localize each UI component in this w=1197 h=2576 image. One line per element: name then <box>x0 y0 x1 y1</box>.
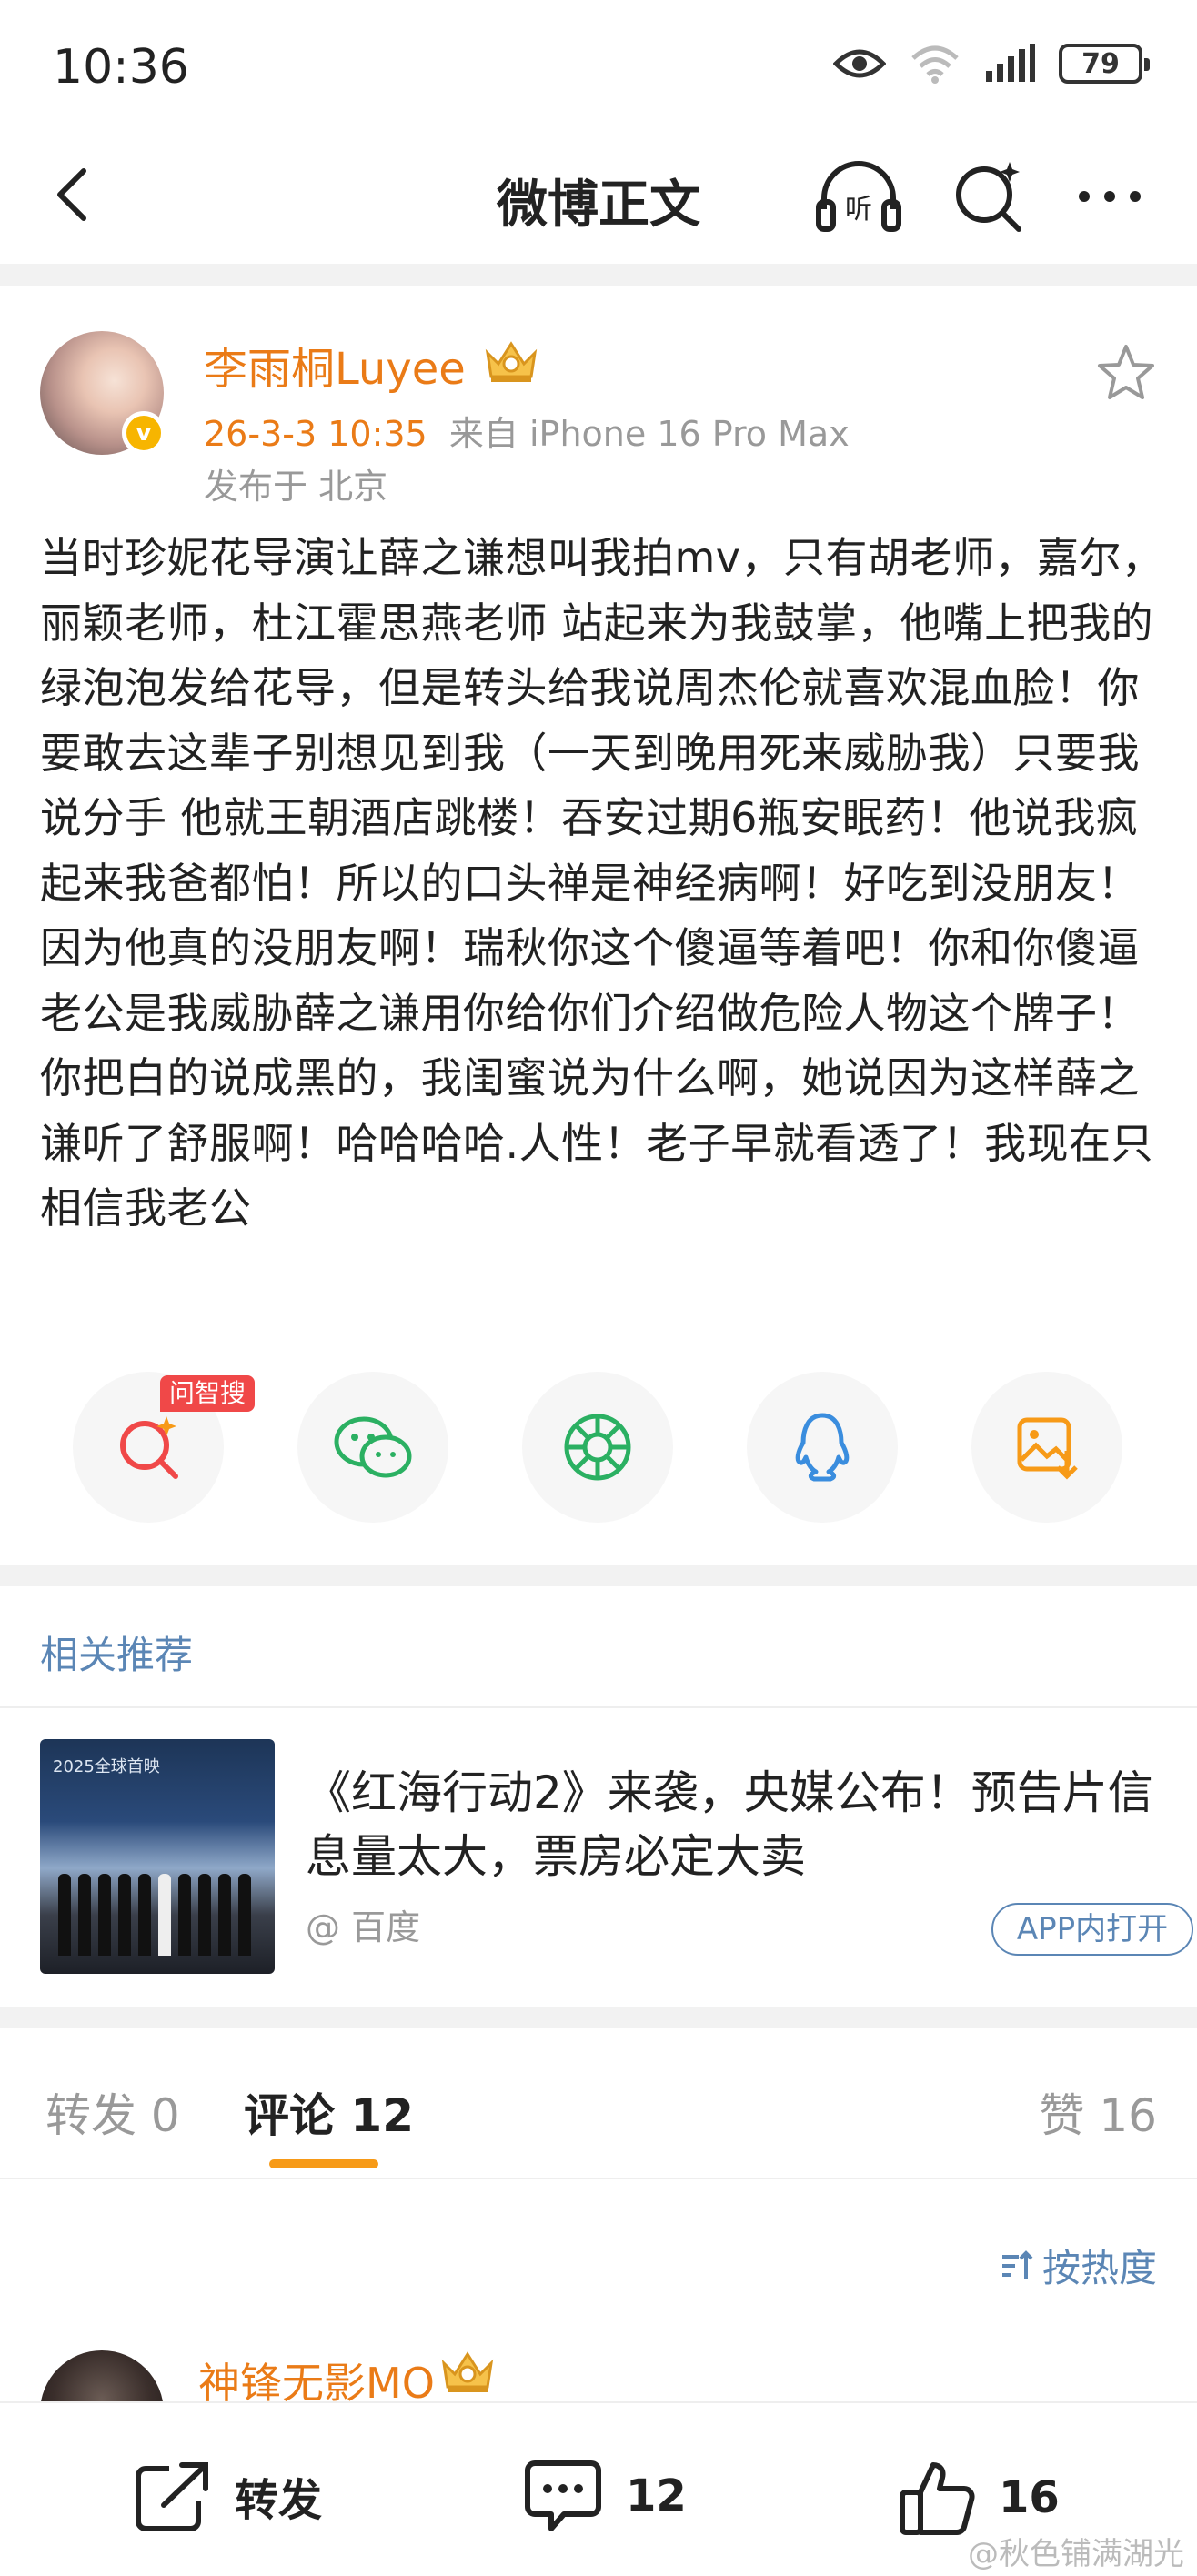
related-source: @ 百度 <box>306 1907 421 1947</box>
related-thumbnail[interactable]: 2025全球首映 <box>40 1739 275 1974</box>
tab-indicator <box>269 2159 378 2168</box>
repost-icon <box>136 2462 208 2531</box>
status-time: 10:36 <box>53 40 189 95</box>
tab-comment[interactable]: 评论 12 <box>244 2079 414 2145</box>
battery-icon: 79 <box>1059 44 1150 84</box>
share-qq-button[interactable] <box>747 1372 898 1523</box>
post-source: 来自 iPhone 16 Pro Max <box>448 414 850 454</box>
nav-bar: 微博正文 听 <box>0 136 1197 255</box>
related-title[interactable]: 《红海行动2》来袭，央媒公布！预告片信息量太大，票房必定大卖 <box>306 1761 1161 1888</box>
crown-badge-icon <box>441 2351 494 2392</box>
share-save-image-button[interactable] <box>971 1372 1122 1523</box>
tab-repost[interactable]: 转发 0 <box>45 2079 180 2145</box>
divider <box>0 2178 1197 2179</box>
share-moments-button[interactable] <box>522 1372 673 1523</box>
qq-penguin-icon <box>795 1413 850 1482</box>
comment-icon <box>525 2460 601 2531</box>
post-content: 当时珍妮花导演让薛之谦想叫我拍mv，只有胡老师，嘉尔，丽颖老师，杜江霍思燕老师 … <box>40 533 1164 1233</box>
thumbnail-caption: 2025全球首映 <box>53 1757 160 1776</box>
status-icons: 79 <box>833 44 1150 84</box>
thumbs-up-icon <box>900 2462 975 2535</box>
divider <box>0 2007 1197 2028</box>
thumb-figure <box>238 1874 251 1956</box>
moments-icon <box>564 1414 631 1481</box>
smart-search-tag: 问智搜 <box>160 1375 256 1412</box>
signal-icon <box>986 44 1035 82</box>
smart-search-icon <box>120 1416 178 1479</box>
post-date: 26-3-3 10:35 <box>204 414 428 454</box>
verified-badge-icon: v <box>122 411 166 455</box>
thumb-figure <box>58 1874 71 1956</box>
save-image-icon <box>1017 1417 1078 1480</box>
wifi-icon <box>911 45 959 84</box>
thumb-figure <box>98 1874 111 1956</box>
listen-headphones-icon[interactable]: 听 <box>815 158 902 235</box>
thumb-figure <box>138 1874 151 1956</box>
share-wechat-button[interactable] <box>297 1372 448 1523</box>
thumb-figure <box>198 1874 211 1956</box>
sort-icon <box>1001 2249 1033 2279</box>
divider <box>0 1565 1197 1586</box>
thumb-figure <box>118 1874 131 1956</box>
more-icon[interactable] <box>1073 164 1146 227</box>
post-tabs: 转发 0 评论 12 赞 16 <box>0 2043 1197 2179</box>
eye-icon <box>833 49 886 78</box>
thumb-figure <box>78 1874 91 1956</box>
weibo-post-page: 10:36 79 微博正文 听 v 李雨桐Luyee 26-3-3 10:35 … <box>0 0 1197 2576</box>
thumb-figure <box>158 1874 171 1956</box>
repost-button[interactable]: 转发 <box>133 2458 322 2534</box>
thumb-figure <box>218 1874 231 1956</box>
like-button[interactable]: 16 <box>897 2458 1060 2538</box>
comment-count: 12 <box>626 2470 687 2521</box>
star-icon[interactable] <box>1095 342 1157 404</box>
user-name[interactable]: 李雨桐Luyee <box>204 333 466 397</box>
comment-button[interactable]: 12 <box>522 2458 687 2534</box>
repost-label: 转发 <box>235 2475 323 2526</box>
smart-search-icon[interactable] <box>950 158 1026 235</box>
status-bar: 10:36 79 <box>0 0 1197 136</box>
post-meta: 26-3-3 10:35 来自 iPhone 16 Pro Max <box>204 406 850 456</box>
like-count: 16 <box>999 2472 1060 2523</box>
divider <box>0 264 1197 286</box>
tab-like[interactable]: 赞 16 <box>1039 2079 1157 2145</box>
open-in-app-button[interactable]: APP内打开 <box>991 1903 1193 1956</box>
watermark: @秋色铺满湖光 <box>968 2536 1184 2572</box>
thumb-figure <box>178 1874 191 1956</box>
divider <box>0 1706 1197 1708</box>
sort-by-hot-button[interactable]: 按热度 <box>999 2238 1157 2293</box>
crown-badge-icon[interactable] <box>482 337 540 384</box>
post-location: 发布于 北京 <box>204 467 388 507</box>
listen-label: 听 <box>845 194 872 226</box>
wechat-icon <box>334 1416 412 1478</box>
related-section-title: 相关推荐 <box>40 1633 194 1677</box>
sort-label: 按热度 <box>1041 2246 1157 2290</box>
